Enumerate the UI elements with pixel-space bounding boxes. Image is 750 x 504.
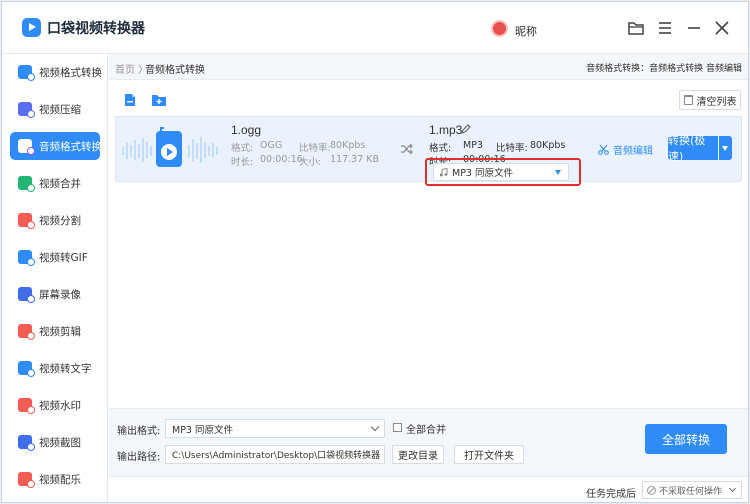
- clear-list-label: 清空列表: [696, 96, 737, 108]
- target-bitrate-value: 80Kpbs: [530, 140, 566, 151]
- output-format-select[interactable]: MP3 同原文件: [165, 419, 385, 438]
- sidebar-item-video-screenshot[interactable]: 视频截图: [10, 428, 100, 456]
- folder-icon[interactable]: [627, 19, 645, 37]
- minimize-icon[interactable]: [685, 19, 703, 37]
- output-settings: 输出格式: MP3 同原文件 全部合并 输出路径: C:\Users\Admin…: [109, 408, 748, 476]
- clear-list-button[interactable]: 清空列表: [679, 90, 741, 110]
- video-merge-icon: [18, 176, 35, 192]
- app-logo-icon: [22, 18, 41, 37]
- sidebar-item-video-split[interactable]: 视频分割: [10, 206, 100, 234]
- screen-record-icon: [18, 287, 35, 303]
- menu-icon[interactable]: [656, 19, 674, 37]
- convert-all-button[interactable]: 全部转换: [645, 424, 727, 454]
- sidebar-item-video-music[interactable]: 视频配乐: [10, 465, 100, 493]
- audio-edit-label: 音频编辑: [613, 146, 653, 157]
- merge-all-label[interactable]: 全部合并: [406, 421, 446, 436]
- add-folder-icon[interactable]: [151, 93, 167, 107]
- source-format-value: OGG: [260, 140, 283, 151]
- sidebar-item-video-watermark[interactable]: 视频水印: [10, 391, 100, 419]
- source-file-name: 1.ogg: [231, 123, 262, 137]
- convert-options-dropdown[interactable]: [719, 136, 732, 160]
- sidebar-item-label: 视频转GIF: [39, 251, 88, 264]
- after-task-select[interactable]: 不采取任何操作: [642, 481, 742, 499]
- output-format-label: 输出格式:: [117, 426, 161, 437]
- highlight-annotation: [425, 158, 581, 186]
- chevron-down-icon: [370, 422, 380, 432]
- sidebar-item-label: 视频配乐: [39, 473, 81, 486]
- chevron-down-icon: [728, 484, 737, 493]
- sidebar-item-video-merge[interactable]: 视频合并: [10, 169, 100, 197]
- after-task-value: 不采取任何操作: [659, 486, 723, 497]
- source-bitrate-value: 80Kpbs: [330, 140, 366, 151]
- convert-fast-button[interactable]: 转换(极速): [668, 134, 718, 163]
- user-name[interactable]: 昵称: [515, 23, 537, 39]
- target-format-label: 格式:: [429, 143, 452, 154]
- app-window: 口袋视频转换器 昵称 视频格式转换 视频压缩 音频格式转换 视频合并 视频分割 …: [1, 1, 749, 503]
- sidebar-item-screen-record[interactable]: 屏幕录像: [10, 280, 100, 308]
- sidebar-item-label: 视频转文字: [39, 362, 92, 375]
- breadcrumb: 首页 〉 音频格式转换 音频格式转换：音频格式转换 音频编辑: [109, 54, 748, 80]
- video-format-icon: [18, 65, 35, 81]
- video-watermark-icon: [18, 398, 35, 414]
- source-format-label: 格式:: [231, 143, 254, 154]
- video-split-icon: [18, 213, 35, 229]
- sidebar-item-label: 视频压缩: [39, 103, 81, 116]
- main-panel: 首页 〉 音频格式转换 音频格式转换：音频格式转换 音频编辑 清空列表 1.og…: [109, 54, 748, 502]
- change-directory-button[interactable]: 更改目录: [392, 445, 444, 464]
- video-compress-icon: [18, 102, 35, 118]
- target-format-value: MP3: [463, 140, 483, 151]
- file-row[interactable]: 1.ogg 格式: OGG 比特率: 80Kpbs 时长: 00:00:16 大…: [115, 116, 742, 186]
- video-edit-icon: [18, 324, 35, 340]
- avatar[interactable]: [491, 20, 508, 37]
- source-bitrate-label: 比特率:: [299, 143, 331, 154]
- close-icon[interactable]: [713, 19, 731, 37]
- sidebar-item-video-format[interactable]: 视频格式转换: [10, 58, 102, 86]
- sidebar-item-label: 视频水印: [39, 399, 81, 412]
- scissors-icon: [598, 144, 609, 155]
- audio-edit-button[interactable]: 音频编辑: [598, 142, 653, 157]
- target-bitrate-label: 比特率:: [496, 143, 528, 154]
- breadcrumb-current: 音频格式转换: [145, 65, 205, 76]
- title-bar: 口袋视频转换器 昵称: [2, 2, 748, 54]
- after-task-label: 任务完成后: [586, 489, 636, 500]
- sidebar-item-video-compress[interactable]: 视频压缩: [10, 95, 100, 123]
- sidebar-item-video-gif[interactable]: 视频转GIF: [10, 243, 100, 271]
- open-folder-button[interactable]: 打开文件夹: [454, 445, 524, 464]
- source-size-value: 117.37 KB: [330, 154, 380, 165]
- audio-format-icon: [18, 139, 35, 155]
- video-gif-icon: [18, 250, 35, 266]
- breadcrumb-description: 音频格式转换：音频格式转换 音频编辑: [586, 64, 742, 74]
- video-music-icon: [18, 472, 35, 488]
- sidebar-item-label: 视频分割: [39, 214, 81, 227]
- rename-pencil-icon[interactable]: [461, 124, 471, 134]
- source-duration-label: 时长:: [231, 157, 254, 168]
- sidebar-item-label: 视频截图: [39, 436, 81, 449]
- convert-arrow-icon: [400, 143, 413, 155]
- target-file-name: 1.mp3: [429, 123, 463, 137]
- output-path-input[interactable]: C:\Users\Administrator\Desktop\口袋视频转换器: [165, 445, 385, 464]
- audio-thumbnail: [118, 123, 222, 177]
- app-title: 口袋视频转换器: [47, 21, 145, 37]
- breadcrumb-home[interactable]: 首页: [115, 61, 135, 76]
- video-text-icon: [18, 361, 35, 377]
- add-file-icon[interactable]: [123, 93, 137, 107]
- sidebar-item-video-edit[interactable]: 视频剪辑: [10, 317, 100, 345]
- sidebar-item-label: 视频格式转换: [39, 66, 102, 79]
- output-format-value: MP3 同原文件: [172, 424, 233, 436]
- sidebar-item-label: 屏幕录像: [39, 288, 81, 301]
- sidebar-item-label: 视频合并: [39, 177, 81, 190]
- output-path-label: 输出路径:: [117, 452, 161, 463]
- trash-icon: [683, 95, 693, 105]
- footer-bar: 任务完成后 不采取任何操作: [109, 476, 748, 502]
- video-screenshot-icon: [18, 435, 35, 451]
- merge-all-checkbox[interactable]: [393, 423, 402, 432]
- sidebar-item-audio-format[interactable]: 音频格式转换: [10, 132, 102, 160]
- sidebar: 视频格式转换 视频压缩 音频格式转换 视频合并 视频分割 视频转GIF 屏幕录像: [2, 54, 108, 502]
- sidebar-item-label: 音频格式转换: [39, 140, 102, 153]
- sidebar-item-label: 视频剪辑: [39, 325, 81, 338]
- sidebar-item-video-text[interactable]: 视频转文字: [10, 354, 100, 382]
- source-size-label: 大小:: [299, 157, 322, 168]
- ban-icon: [647, 485, 656, 495]
- source-duration-value: 00:00:16: [260, 154, 303, 165]
